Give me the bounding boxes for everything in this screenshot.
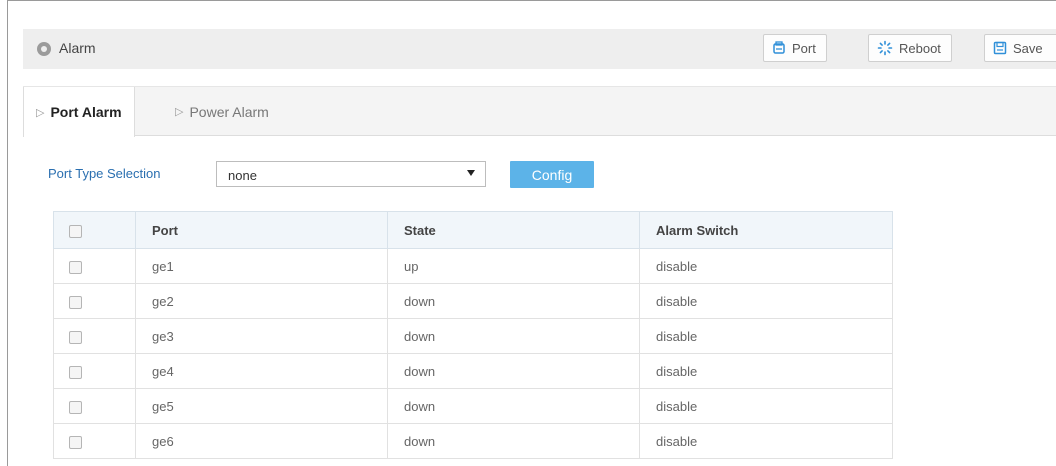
tab-port-alarm-label: Port Alarm bbox=[50, 104, 122, 120]
column-header-port[interactable]: Port bbox=[135, 211, 388, 249]
port-type-label: Port Type Selection bbox=[48, 166, 161, 181]
reboot-icon bbox=[877, 40, 893, 56]
state-cell: up bbox=[387, 248, 640, 284]
alarm-switch-cell: disable bbox=[639, 388, 893, 424]
port-cell: ge4 bbox=[135, 353, 388, 389]
state-cell: down bbox=[387, 318, 640, 354]
save-button-label: Save bbox=[1013, 40, 1043, 56]
tab-port-alarm[interactable]: ▷ Port Alarm bbox=[23, 87, 135, 137]
alarm-switch-cell: disable bbox=[639, 423, 893, 459]
row-checkbox-cell bbox=[53, 353, 136, 389]
state-cell: down bbox=[387, 283, 640, 319]
column-header-alarm-switch[interactable]: Alarm Switch bbox=[639, 211, 893, 249]
row-checkbox-cell bbox=[53, 283, 136, 319]
port-button-label: Port bbox=[792, 40, 816, 56]
table-row[interactable]: ge6 down disable bbox=[53, 423, 893, 459]
state-cell: down bbox=[387, 388, 640, 424]
table-row[interactable]: ge4 down disable bbox=[53, 353, 893, 389]
reboot-button[interactable]: Reboot bbox=[868, 34, 952, 62]
row-checkbox-cell bbox=[53, 423, 136, 459]
dropdown-arrow-icon bbox=[467, 170, 475, 176]
table-row[interactable]: ge2 down disable bbox=[53, 283, 893, 319]
column-header-state[interactable]: State bbox=[387, 211, 640, 249]
reboot-button-label: Reboot bbox=[899, 40, 941, 56]
port-cell: ge6 bbox=[135, 423, 388, 459]
chevron-right-icon: ▷ bbox=[175, 106, 184, 118]
main-frame: Alarm Port Reboot Save ▷ Port Alarm ▷ Po… bbox=[7, 0, 1056, 466]
select-all-checkbox[interactable] bbox=[69, 224, 82, 238]
port-cell: ge2 bbox=[135, 283, 388, 319]
row-checkbox[interactable] bbox=[69, 435, 82, 449]
row-checkbox-cell bbox=[53, 318, 136, 354]
port-cell: ge5 bbox=[135, 388, 388, 424]
port-icon bbox=[773, 41, 785, 54]
row-checkbox[interactable] bbox=[69, 365, 82, 379]
port-button[interactable]: Port bbox=[763, 34, 827, 62]
row-checkbox-cell bbox=[53, 388, 136, 424]
port-cell: ge3 bbox=[135, 318, 388, 354]
tab-power-alarm[interactable]: ▷ Power Alarm bbox=[163, 87, 281, 136]
table-row[interactable]: ge3 down disable bbox=[53, 318, 893, 354]
table-header-row: Port State Alarm Switch bbox=[53, 211, 893, 249]
table-row[interactable]: ge1 up disable bbox=[53, 248, 893, 284]
port-cell: ge1 bbox=[135, 248, 388, 284]
alarm-switch-cell: disable bbox=[639, 248, 893, 284]
row-checkbox[interactable] bbox=[69, 400, 82, 414]
config-button[interactable]: Config bbox=[510, 161, 594, 188]
port-type-select-value: none bbox=[228, 168, 257, 183]
select-all-cell bbox=[53, 211, 136, 249]
alarm-icon bbox=[37, 42, 51, 56]
alarm-switch-cell: disable bbox=[639, 318, 893, 354]
tab-power-alarm-label: Power Alarm bbox=[189, 103, 269, 120]
row-checkbox[interactable] bbox=[69, 330, 82, 344]
save-icon bbox=[993, 41, 1007, 55]
alarm-switch-cell: disable bbox=[639, 353, 893, 389]
state-cell: down bbox=[387, 353, 640, 389]
state-cell: down bbox=[387, 423, 640, 459]
page-title: Alarm bbox=[59, 40, 96, 56]
save-button[interactable]: Save bbox=[984, 34, 1056, 62]
port-alarm-table: Port State Alarm Switch ge1 up disable g… bbox=[53, 211, 893, 459]
row-checkbox-cell bbox=[53, 248, 136, 284]
page-header: Alarm Port Reboot Save bbox=[23, 29, 1056, 69]
tab-bar: ▷ Port Alarm ▷ Power Alarm bbox=[23, 86, 1056, 137]
row-checkbox[interactable] bbox=[69, 260, 82, 274]
row-checkbox[interactable] bbox=[69, 295, 82, 309]
alarm-switch-cell: disable bbox=[639, 283, 893, 319]
table-row[interactable]: ge5 down disable bbox=[53, 388, 893, 424]
chevron-right-icon: ▷ bbox=[36, 106, 45, 119]
port-type-select[interactable]: none bbox=[216, 161, 486, 187]
